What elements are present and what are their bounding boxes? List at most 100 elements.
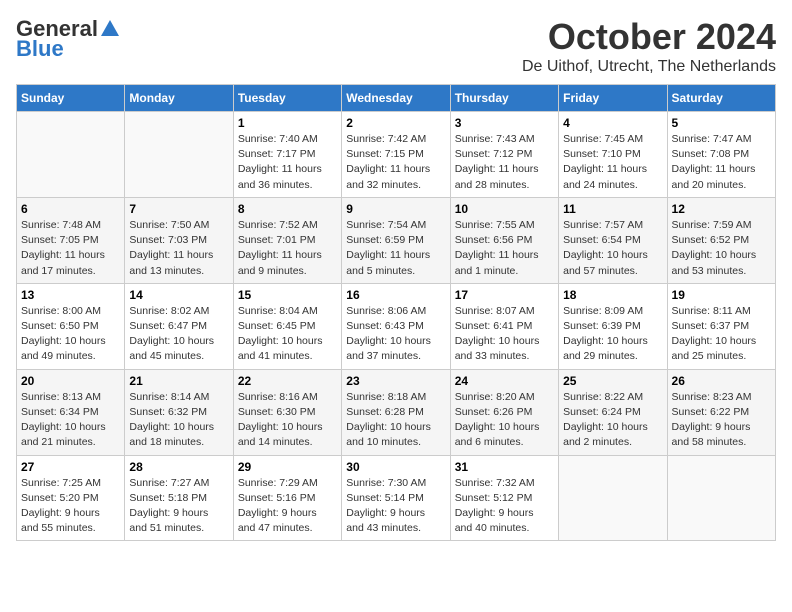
day-info: Sunrise: 7:59 AM Sunset: 6:52 PM Dayligh… xyxy=(672,218,771,279)
day-number: 17 xyxy=(455,288,554,302)
day-number: 25 xyxy=(563,374,662,388)
day-info: Sunrise: 7:54 AM Sunset: 6:59 PM Dayligh… xyxy=(346,218,445,279)
day-info: Sunrise: 8:14 AM Sunset: 6:32 PM Dayligh… xyxy=(129,390,228,451)
day-number: 3 xyxy=(455,116,554,130)
calendar-cell: 28Sunrise: 7:27 AM Sunset: 5:18 PM Dayli… xyxy=(125,455,233,541)
day-number: 31 xyxy=(455,460,554,474)
day-info: Sunrise: 7:29 AM Sunset: 5:16 PM Dayligh… xyxy=(238,476,337,537)
day-number: 6 xyxy=(21,202,120,216)
calendar-cell: 1 Sunrise: 7:40 AM Sunset: 7:17 PM Daylig… xyxy=(233,112,341,198)
day-info: Sunrise: 7:45 AM Sunset: 7:10 PM Dayligh… xyxy=(563,132,662,193)
calendar-cell: 22 Sunrise: 8:16 AM Sunset: 6:30 PM Dayli… xyxy=(233,369,341,455)
day-info: Sunrise: 7:50 AM Sunset: 7:03 PM Dayligh… xyxy=(129,218,228,279)
day-number: 4 xyxy=(563,116,662,130)
weekday-header-sunday: Sunday xyxy=(17,85,125,112)
day-number: 26 xyxy=(672,374,771,388)
calendar-cell: 20 Sunrise: 8:13 AM Sunset: 6:34 PM Dayli… xyxy=(17,369,125,455)
calendar-cell: 12 Sunrise: 7:59 AM Sunset: 6:52 PM Dayli… xyxy=(667,197,775,283)
day-number: 11 xyxy=(563,202,662,216)
calendar-cell: 13Sunrise: 8:00 AM Sunset: 6:50 PM Dayli… xyxy=(17,283,125,369)
day-info: Sunrise: 7:30 AM Sunset: 5:14 PM Dayligh… xyxy=(346,476,445,537)
week-row-2: 6Sunrise: 7:48 AM Sunset: 7:05 PM Daylig… xyxy=(17,197,776,283)
weekday-header-wednesday: Wednesday xyxy=(342,85,450,112)
day-number: 10 xyxy=(455,202,554,216)
day-number: 28 xyxy=(129,460,228,474)
day-info: Sunrise: 8:13 AM Sunset: 6:34 PM Dayligh… xyxy=(21,390,120,451)
day-info: Sunrise: 7:32 AM Sunset: 5:12 PM Dayligh… xyxy=(455,476,554,537)
weekday-header-tuesday: Tuesday xyxy=(233,85,341,112)
weekday-header-monday: Monday xyxy=(125,85,233,112)
day-number: 2 xyxy=(346,116,445,130)
title-area: October 2024 De Uithof, Utrecht, The Net… xyxy=(522,16,776,76)
day-info: Sunrise: 8:20 AM Sunset: 6:26 PM Dayligh… xyxy=(455,390,554,451)
calendar-cell: 9 Sunrise: 7:54 AM Sunset: 6:59 PM Daylig… xyxy=(342,197,450,283)
day-info: Sunrise: 8:07 AM Sunset: 6:41 PM Dayligh… xyxy=(455,304,554,365)
day-info: Sunrise: 8:09 AM Sunset: 6:39 PM Dayligh… xyxy=(563,304,662,365)
day-number: 24 xyxy=(455,374,554,388)
calendar-cell: 6Sunrise: 7:48 AM Sunset: 7:05 PM Daylig… xyxy=(17,197,125,283)
calendar-cell: 24 Sunrise: 8:20 AM Sunset: 6:26 PM Dayli… xyxy=(450,369,558,455)
calendar-cell: 11 Sunrise: 7:57 AM Sunset: 6:54 PM Dayli… xyxy=(559,197,667,283)
day-info: Sunrise: 7:55 AM Sunset: 6:56 PM Dayligh… xyxy=(455,218,554,279)
day-number: 12 xyxy=(672,202,771,216)
weekday-header-thursday: Thursday xyxy=(450,85,558,112)
day-info: Sunrise: 8:18 AM Sunset: 6:28 PM Dayligh… xyxy=(346,390,445,451)
day-info: Sunrise: 7:40 AM Sunset: 7:17 PM Dayligh… xyxy=(238,132,337,193)
calendar-cell: 16Sunrise: 8:06 AM Sunset: 6:43 PM Dayli… xyxy=(342,283,450,369)
week-row-3: 13Sunrise: 8:00 AM Sunset: 6:50 PM Dayli… xyxy=(17,283,776,369)
day-info: Sunrise: 7:25 AM Sunset: 5:20 PM Dayligh… xyxy=(21,476,120,537)
day-number: 14 xyxy=(129,288,228,302)
calendar-cell: 14 Sunrise: 8:02 AM Sunset: 6:47 PM Dayli… xyxy=(125,283,233,369)
logo: General Blue xyxy=(16,16,122,62)
calendar-cell: 26 Sunrise: 8:23 AM Sunset: 6:22 PM Dayli… xyxy=(667,369,775,455)
day-info: Sunrise: 7:57 AM Sunset: 6:54 PM Dayligh… xyxy=(563,218,662,279)
location: De Uithof, Utrecht, The Netherlands xyxy=(522,58,776,76)
day-info: Sunrise: 8:00 AM Sunset: 6:50 PM Dayligh… xyxy=(21,304,120,365)
day-number: 30 xyxy=(346,460,445,474)
day-number: 22 xyxy=(238,374,337,388)
day-number: 20 xyxy=(21,374,120,388)
calendar-cell: 19Sunrise: 8:11 AM Sunset: 6:37 PM Dayli… xyxy=(667,283,775,369)
calendar-cell: 3 Sunrise: 7:43 AM Sunset: 7:12 PM Daylig… xyxy=(450,112,558,198)
day-number: 1 xyxy=(238,116,337,130)
calendar-cell: 25 Sunrise: 8:22 AM Sunset: 6:24 PM Dayli… xyxy=(559,369,667,455)
day-info: Sunrise: 8:22 AM Sunset: 6:24 PM Dayligh… xyxy=(563,390,662,451)
calendar-cell: 10 Sunrise: 7:55 AM Sunset: 6:56 PM Dayli… xyxy=(450,197,558,283)
day-number: 21 xyxy=(129,374,228,388)
calendar-cell xyxy=(559,455,667,541)
day-info: Sunrise: 8:16 AM Sunset: 6:30 PM Dayligh… xyxy=(238,390,337,451)
day-info: Sunrise: 8:06 AM Sunset: 6:43 PM Dayligh… xyxy=(346,304,445,365)
day-info: Sunrise: 7:47 AM Sunset: 7:08 PM Dayligh… xyxy=(672,132,771,193)
day-info: Sunrise: 7:43 AM Sunset: 7:12 PM Dayligh… xyxy=(455,132,554,193)
day-info: Sunrise: 8:23 AM Sunset: 6:22 PM Dayligh… xyxy=(672,390,771,451)
day-number: 8 xyxy=(238,202,337,216)
calendar-cell: 17 Sunrise: 8:07 AM Sunset: 6:41 PM Dayli… xyxy=(450,283,558,369)
calendar-cell: 18 Sunrise: 8:09 AM Sunset: 6:39 PM Dayli… xyxy=(559,283,667,369)
calendar-cell: 7Sunrise: 7:50 AM Sunset: 7:03 PM Daylig… xyxy=(125,197,233,283)
week-row-1: 1 Sunrise: 7:40 AM Sunset: 7:17 PM Daylig… xyxy=(17,112,776,198)
calendar-cell xyxy=(667,455,775,541)
logo-blue: Blue xyxy=(16,36,64,62)
week-row-4: 20 Sunrise: 8:13 AM Sunset: 6:34 PM Dayli… xyxy=(17,369,776,455)
calendar-cell: 4 Sunrise: 7:45 AM Sunset: 7:10 PM Daylig… xyxy=(559,112,667,198)
day-info: Sunrise: 7:42 AM Sunset: 7:15 PM Dayligh… xyxy=(346,132,445,193)
month-title: October 2024 xyxy=(522,16,776,58)
day-number: 15 xyxy=(238,288,337,302)
day-info: Sunrise: 8:04 AM Sunset: 6:45 PM Dayligh… xyxy=(238,304,337,365)
day-number: 18 xyxy=(563,288,662,302)
day-info: Sunrise: 8:11 AM Sunset: 6:37 PM Dayligh… xyxy=(672,304,771,365)
calendar-cell: 23Sunrise: 8:18 AM Sunset: 6:28 PM Dayli… xyxy=(342,369,450,455)
week-row-5: 27Sunrise: 7:25 AM Sunset: 5:20 PM Dayli… xyxy=(17,455,776,541)
calendar-cell: 27Sunrise: 7:25 AM Sunset: 5:20 PM Dayli… xyxy=(17,455,125,541)
calendar-cell: 29Sunrise: 7:29 AM Sunset: 5:16 PM Dayli… xyxy=(233,455,341,541)
calendar-table: SundayMondayTuesdayWednesdayThursdayFrid… xyxy=(16,84,776,541)
day-number: 9 xyxy=(346,202,445,216)
calendar-cell: 15 Sunrise: 8:04 AM Sunset: 6:45 PM Dayli… xyxy=(233,283,341,369)
weekday-header-saturday: Saturday xyxy=(667,85,775,112)
calendar-cell: 2 Sunrise: 7:42 AM Sunset: 7:15 PM Daylig… xyxy=(342,112,450,198)
weekday-header-friday: Friday xyxy=(559,85,667,112)
day-info: Sunrise: 8:02 AM Sunset: 6:47 PM Dayligh… xyxy=(129,304,228,365)
logo-icon xyxy=(99,18,121,40)
calendar-cell: 31 Sunrise: 7:32 AM Sunset: 5:12 PM Dayli… xyxy=(450,455,558,541)
calendar-cell: 30 Sunrise: 7:30 AM Sunset: 5:14 PM Dayli… xyxy=(342,455,450,541)
